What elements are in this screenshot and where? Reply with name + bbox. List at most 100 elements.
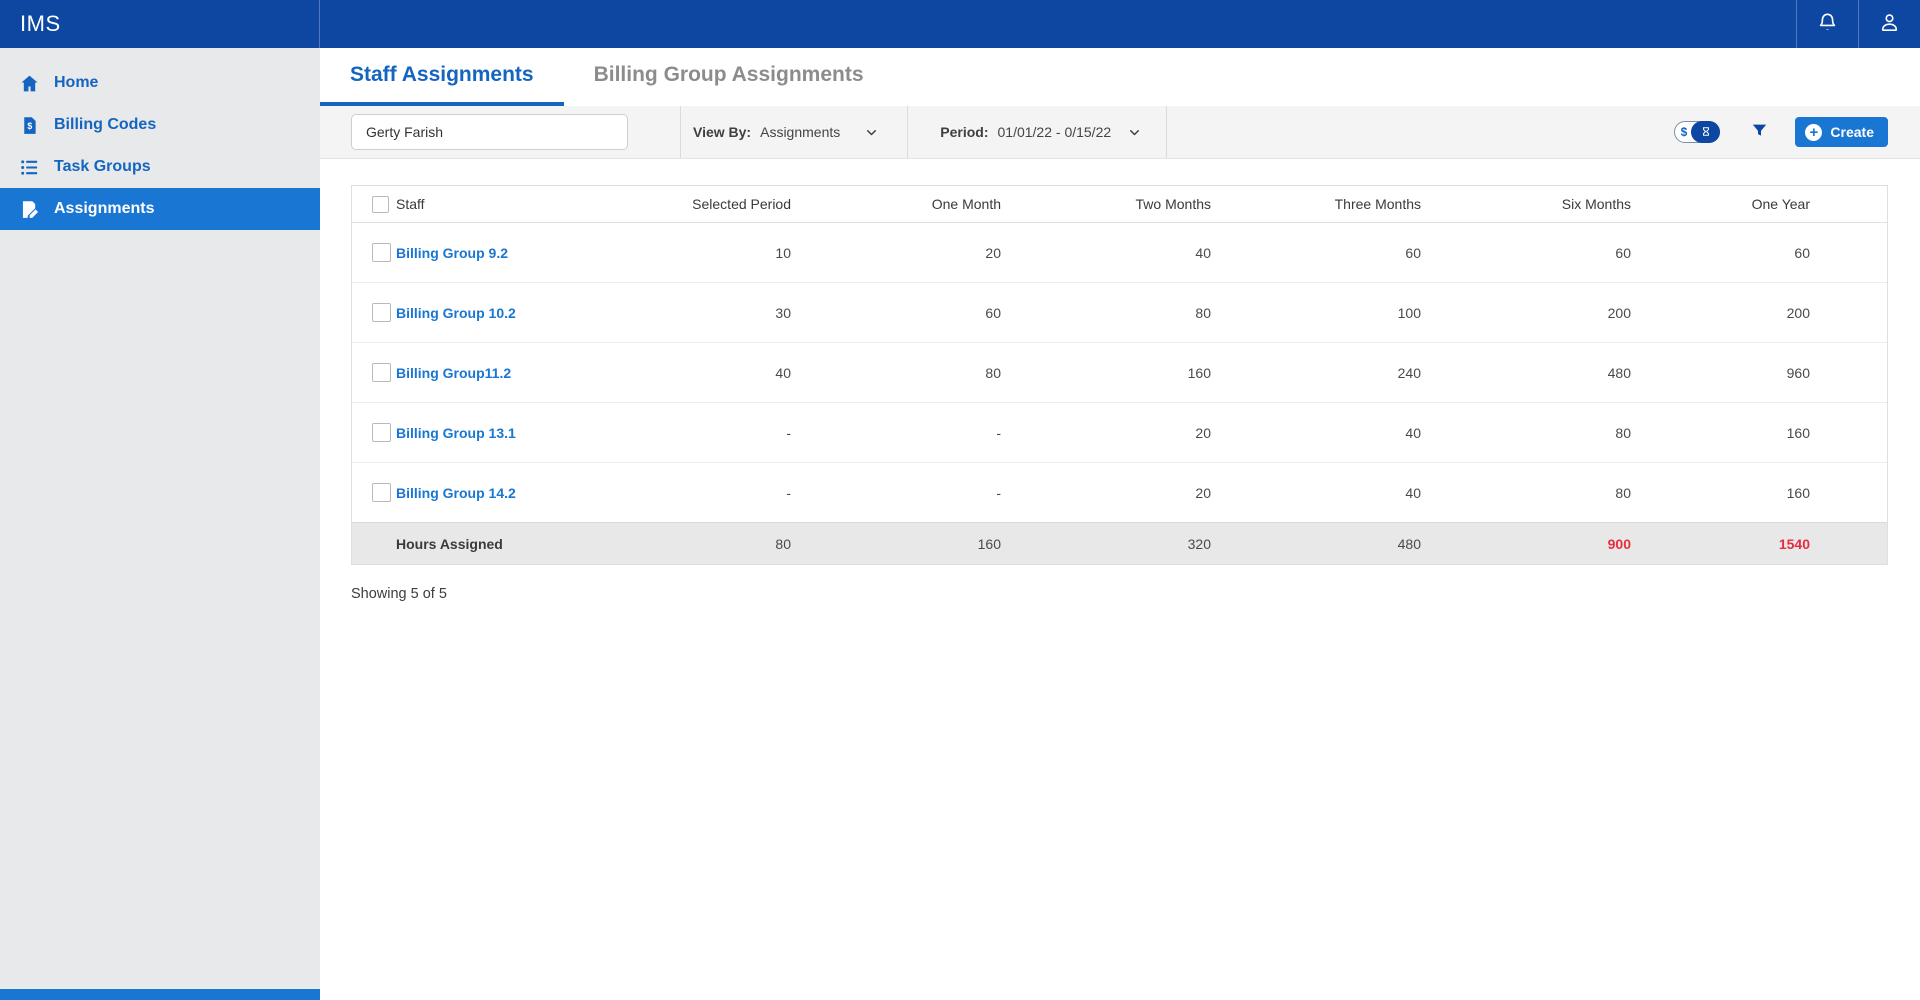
staff-cell: Billing Group11.2	[396, 343, 581, 403]
cell-one-month: 20	[791, 223, 1001, 283]
row-checkbox-cell	[352, 343, 396, 403]
dollar-label: $	[1675, 126, 1692, 138]
row-checkbox[interactable]	[372, 363, 391, 382]
footer-label: Hours Assigned	[396, 523, 581, 565]
chevron-down-icon	[1127, 125, 1142, 140]
footer-total-one-month: 160	[791, 523, 1001, 565]
footer-empty-cell	[352, 523, 396, 565]
sidebar-item-label: Billing Codes	[54, 116, 156, 134]
plus-icon: +	[1805, 124, 1822, 141]
sidebar-item-assignments[interactable]: Assignments	[0, 188, 320, 230]
column-header-one-year: One Year	[1631, 186, 1887, 223]
column-header-three-months: Three Months	[1211, 186, 1421, 223]
staff-cell: Billing Group 10.2	[396, 283, 581, 343]
billing-codes-icon: $	[19, 115, 40, 136]
sidebar-item-label: Home	[54, 74, 98, 92]
svg-text:$: $	[27, 120, 32, 130]
period-label: Period:	[940, 124, 988, 140]
select-all-header-cell	[352, 186, 396, 223]
row-checkbox[interactable]	[372, 483, 391, 502]
select-all-checkbox[interactable]	[372, 196, 389, 213]
staff-cell: Billing Group 13.1	[396, 403, 581, 463]
cell-six-months: 60	[1421, 223, 1631, 283]
create-button[interactable]: + Create	[1795, 117, 1888, 147]
column-header-six-months: Six Months	[1421, 186, 1631, 223]
sidebar-item-task-groups[interactable]: Task Groups	[0, 146, 320, 188]
billing-group-link[interactable]: Billing Group 9.2	[396, 245, 508, 261]
billing-group-link[interactable]: Billing Group 13.1	[396, 425, 516, 441]
sidebar-item-label: Assignments	[54, 200, 154, 218]
cell-three-months: 40	[1211, 463, 1421, 523]
staff-cell: Billing Group 9.2	[396, 223, 581, 283]
cell-one-year: 200	[1631, 283, 1887, 343]
filter-funnel-icon	[1750, 121, 1769, 143]
cell-two-months: 20	[1001, 403, 1211, 463]
main-content: Staff AssignmentsBilling Group Assignmen…	[320, 48, 1920, 1000]
table-row: Billing Group 14.2--204080160	[352, 463, 1887, 523]
footer-total-selected-period: 80	[581, 523, 791, 565]
period-dropdown[interactable]: Period: 01/01/22 - 0/15/22	[908, 124, 1166, 140]
row-checkbox[interactable]	[372, 243, 391, 262]
user-menu-button[interactable]	[1858, 0, 1920, 48]
cell-six-months: 480	[1421, 343, 1631, 403]
billing-group-link[interactable]: Billing Group11.2	[396, 365, 511, 381]
table-row: Billing Group11.2 4080160240480960	[352, 343, 1887, 403]
table-row: Billing Group 10.2306080100200200	[352, 283, 1887, 343]
row-checkbox-cell	[352, 283, 396, 343]
billing-group-link[interactable]: Billing Group 14.2	[396, 485, 516, 501]
staff-cell: Billing Group 14.2	[396, 463, 581, 523]
divider	[1166, 106, 1167, 158]
period-value: 01/01/22 - 0/15/22	[998, 124, 1112, 140]
horizontal-scrollbar-thumb[interactable]	[0, 989, 320, 1000]
cell-one-year: 160	[1631, 403, 1887, 463]
cell-one-month: -	[791, 403, 1001, 463]
column-header-two-months: Two Months	[1001, 186, 1211, 223]
view-by-dropdown[interactable]: View By: Assignments	[681, 124, 907, 140]
view-by-label: View By:	[693, 124, 751, 140]
column-header-staff: Staff	[396, 186, 581, 223]
row-checkbox-cell	[352, 403, 396, 463]
cell-six-months: 80	[1421, 403, 1631, 463]
cell-six-months: 80	[1421, 463, 1631, 523]
assignments-table: StaffSelected PeriodOne MonthTwo MonthsT…	[352, 186, 1887, 564]
cell-six-months: 200	[1421, 283, 1631, 343]
app-window: IMS Home $ Billing Codes Task Groups Assignm…	[0, 0, 1920, 1000]
search-input[interactable]	[351, 114, 628, 150]
column-header-selected-period: Selected Period	[581, 186, 791, 223]
cell-selected-period: 30	[581, 283, 791, 343]
cell-two-months: 160	[1001, 343, 1211, 403]
cell-one-month: 80	[791, 343, 1001, 403]
chevron-down-icon	[864, 125, 879, 140]
tab-billing-group-assignments[interactable]: Billing Group Assignments	[564, 48, 894, 106]
home-icon	[19, 73, 40, 94]
sidebar-item-billing-codes[interactable]: $ Billing Codes	[0, 104, 320, 146]
cell-one-month: -	[791, 463, 1001, 523]
cell-two-months: 20	[1001, 463, 1211, 523]
sidebar-item-label: Task Groups	[54, 158, 151, 176]
tab-bar: Staff AssignmentsBilling Group Assignmen…	[320, 48, 1920, 106]
cell-one-month: 60	[791, 283, 1001, 343]
task-groups-icon	[19, 157, 40, 178]
row-checkbox[interactable]	[372, 423, 391, 442]
cell-selected-period: 40	[581, 343, 791, 403]
currency-hours-toggle[interactable]: $	[1674, 121, 1720, 143]
notifications-button[interactable]	[1796, 0, 1858, 48]
sidebar-nav: Home $ Billing Codes Task Groups Assignments	[0, 62, 320, 230]
footer-total-six-months: 900	[1421, 523, 1631, 565]
cell-two-months: 80	[1001, 283, 1211, 343]
tab-staff-assignments[interactable]: Staff Assignments	[320, 48, 564, 106]
row-checkbox[interactable]	[372, 303, 391, 322]
sidebar-item-home[interactable]: Home	[0, 62, 320, 104]
billing-group-link[interactable]: Billing Group 10.2	[396, 305, 516, 321]
cell-three-months: 240	[1211, 343, 1421, 403]
app-logo[interactable]: IMS	[0, 0, 320, 48]
table-row: Billing Group 13.1--204080160	[352, 403, 1887, 463]
person-icon	[1878, 11, 1901, 37]
table-row: Billing Group 9.2102040606060	[352, 223, 1887, 283]
filter-button[interactable]	[1750, 121, 1769, 143]
cell-one-year: 960	[1631, 343, 1887, 403]
cell-three-months: 100	[1211, 283, 1421, 343]
table-footer-row: Hours Assigned801603204809001540	[352, 523, 1887, 565]
footer-total-one-year: 1540	[1631, 523, 1887, 565]
assignments-icon	[19, 199, 40, 220]
